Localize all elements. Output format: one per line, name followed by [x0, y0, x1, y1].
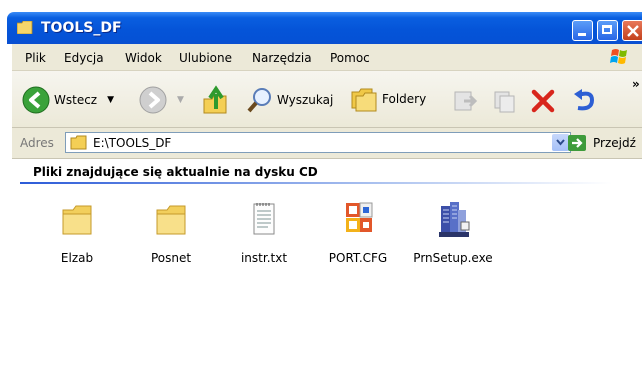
up-folder-icon: [203, 85, 227, 114]
address-value: E:\TOOLS_DF: [93, 136, 172, 150]
file-name: PORT.CFG: [328, 251, 388, 265]
address-dropdown-button[interactable]: [552, 134, 569, 151]
menu-favorites[interactable]: Ulubione: [179, 51, 232, 65]
back-button[interactable]: Wstecz ▼: [22, 86, 114, 114]
file-name: PrnSetup.exe: [413, 251, 493, 265]
copy-to-icon: [494, 91, 515, 113]
address-bar: Adres E:\TOOLS_DF Przejdź: [12, 128, 642, 159]
file-name: Posnet: [150, 251, 192, 265]
file-item-posnet[interactable]: Posnet: [131, 200, 211, 265]
undo-icon: [574, 89, 595, 111]
text-file-icon: [253, 203, 275, 235]
go-label[interactable]: Przejdź: [593, 136, 636, 150]
menu-edit[interactable]: Edycja: [64, 51, 104, 65]
file-name: instr.txt: [240, 251, 288, 265]
file-item-port-cfg[interactable]: PORT.CFG: [318, 200, 398, 265]
search-button[interactable]: Wyszukaj: [247, 86, 333, 114]
go-arrow-icon: [572, 138, 583, 148]
copy-to-button[interactable]: [492, 88, 518, 114]
go-button[interactable]: [568, 135, 586, 151]
toolbar-overflow-icon[interactable]: »: [632, 77, 640, 91]
folders-icon: [351, 88, 377, 112]
chevron-down-icon: [556, 139, 565, 146]
up-folder-button[interactable]: [202, 85, 230, 115]
close-icon: [627, 25, 639, 37]
setup-exe-icon: [439, 202, 470, 237]
folder-icon: [17, 21, 33, 34]
maximize-button[interactable]: [597, 20, 618, 41]
folder-icon: [156, 205, 186, 235]
file-item-instr-txt[interactable]: instr.txt: [224, 200, 304, 265]
file-item-elzab[interactable]: Elzab: [37, 200, 117, 265]
file-name: Elzab: [60, 251, 94, 265]
move-to-icon: [454, 91, 478, 111]
menu-help[interactable]: Pomoc: [330, 51, 370, 65]
back-arrow-icon: [22, 86, 50, 114]
forward-dropdown-icon[interactable]: ▼: [177, 95, 184, 105]
forward-button[interactable]: ▼: [139, 86, 184, 114]
window-title: TOOLS_DF: [41, 20, 122, 36]
heading-divider: [20, 182, 612, 184]
folder-icon: [62, 205, 92, 235]
menu-bar: Plik Edycja Widok Ulubione Narzędzia Pom…: [12, 44, 642, 71]
address-label: Adres: [20, 136, 54, 150]
delete-button[interactable]: [530, 88, 556, 114]
undo-button[interactable]: [570, 88, 598, 114]
config-file-icon: [346, 202, 373, 232]
address-input[interactable]: E:\TOOLS_DF: [65, 132, 571, 153]
group-heading: Pliki znajdujące się aktualnie na dysku …: [33, 165, 318, 179]
toolbar: Wstecz ▼ ▼ Wyszukaj Foldery »: [12, 71, 642, 128]
close-button[interactable]: [622, 20, 642, 41]
delete-icon: [531, 89, 555, 113]
search-icon: [247, 88, 271, 113]
menu-view[interactable]: Widok: [125, 51, 162, 65]
minimize-button[interactable]: [572, 20, 593, 41]
file-item-prnsetup-exe[interactable]: PrnSetup.exe: [408, 200, 498, 265]
menu-file[interactable]: Plik: [25, 51, 46, 65]
folders-button[interactable]: Foldery: [350, 86, 426, 112]
windows-logo-icon: [610, 49, 627, 64]
menu-tools[interactable]: Narzędzia: [252, 51, 312, 65]
title-bar[interactable]: TOOLS_DF: [7, 12, 642, 44]
forward-arrow-icon: [139, 86, 167, 114]
folder-icon: [70, 135, 87, 150]
move-to-button[interactable]: [452, 88, 478, 114]
back-dropdown-icon[interactable]: ▼: [107, 95, 114, 105]
